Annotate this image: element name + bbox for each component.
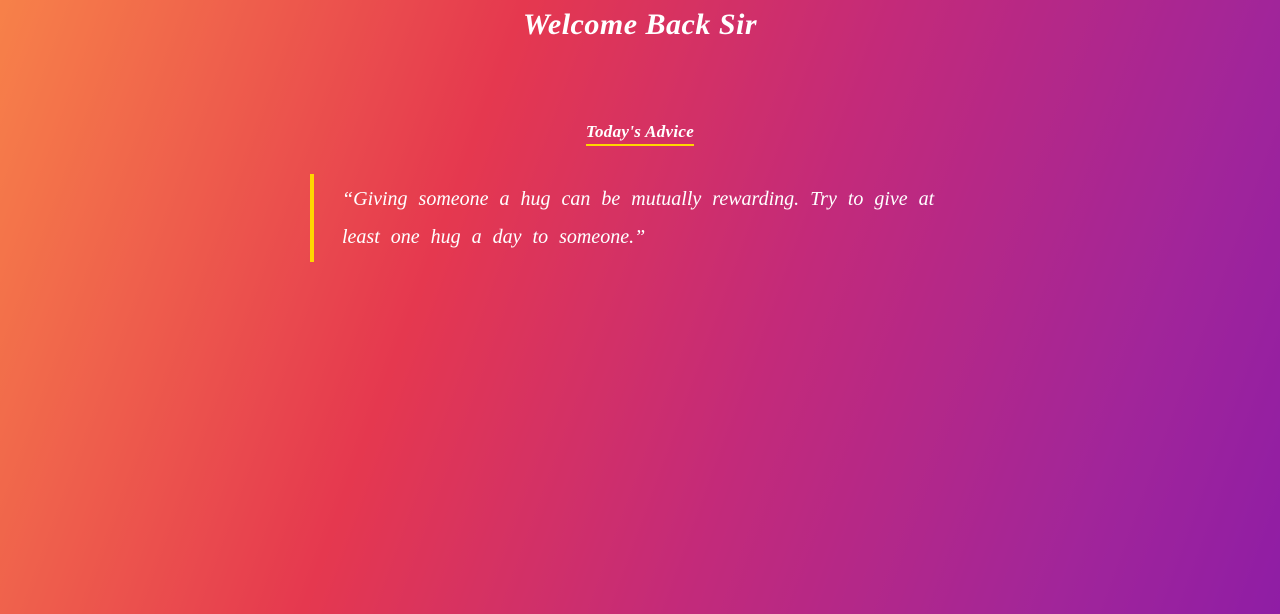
advice-quote-block: Giving someone a hug can be mutually rew… — [310, 174, 970, 262]
advice-section: Today's Advice Giving someone a hug can … — [0, 122, 1280, 262]
page-title: Welcome Back Sir — [0, 0, 1280, 42]
advice-heading: Today's Advice — [586, 122, 694, 146]
advice-quote-text: Giving someone a hug can be mutually rew… — [342, 188, 934, 248]
